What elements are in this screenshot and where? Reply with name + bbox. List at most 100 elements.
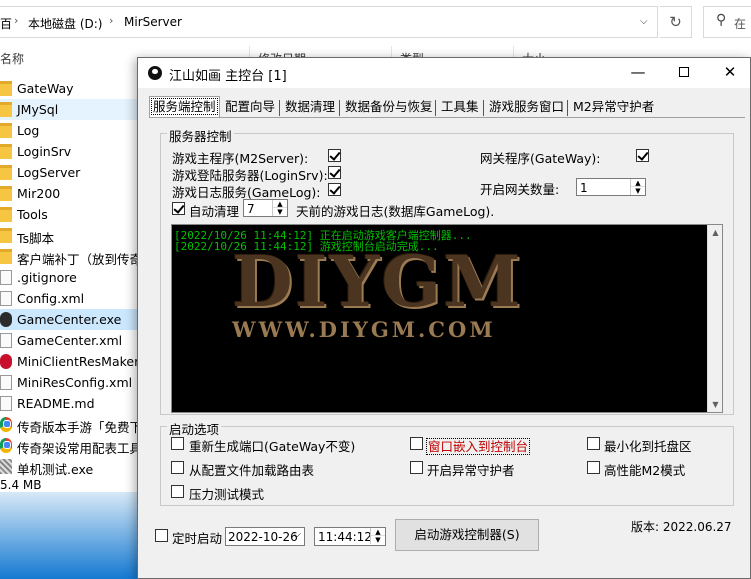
title-bar[interactable]: 江山如画 主控台 [1] — ✕: [138, 58, 750, 88]
chevron-down-icon[interactable]: ⌵: [293, 529, 301, 540]
file-list-item[interactable]: Log: [0, 120, 140, 141]
stress-test-checkbox[interactable]: [171, 485, 184, 498]
load-route-label: 从配置文件加载路由表: [189, 463, 315, 478]
tab-m2-guard[interactable]: M2异常守护者: [572, 98, 655, 117]
file-list-item[interactable]: GameCenter.xml: [0, 330, 140, 351]
tab-config-wizard[interactable]: 配置向导: [224, 98, 276, 117]
file-list-item[interactable]: 传奇版本手游「免费下: [0, 414, 142, 435]
file-list-item[interactable]: Ts脚本: [0, 225, 140, 246]
file-icon: [0, 459, 12, 474]
login-server-checkbox[interactable]: [328, 166, 341, 179]
timer-date-picker[interactable]: 2022-10-26 ⌵: [225, 527, 305, 546]
file-list-item[interactable]: Mir200: [0, 183, 140, 204]
spin-up-icon[interactable]: ▲: [371, 528, 385, 536]
tab-divider: [567, 100, 568, 116]
chevron-down-icon[interactable]: ⌵: [640, 16, 648, 27]
file-list-item[interactable]: LogServer: [0, 162, 140, 183]
file-list-item[interactable]: Config.xml: [0, 288, 140, 309]
gateway-checkbox[interactable]: [636, 149, 649, 162]
spin-down-icon[interactable]: ▼: [371, 536, 385, 544]
gateway-label: 网关程序(GateWay):: [480, 151, 601, 166]
tab-data-cleanup[interactable]: 数据清理: [284, 98, 336, 117]
spin-down-icon[interactable]: ▼: [631, 187, 645, 195]
file-name: JMySql: [17, 102, 59, 117]
auto-clean-checkbox[interactable]: [172, 202, 185, 215]
file-name: Log: [17, 123, 40, 138]
gateway-count-label: 开启网关数量:: [480, 182, 560, 197]
folder-icon: [0, 144, 12, 159]
file-list-item[interactable]: 客户端补丁（放到传奇: [0, 246, 142, 267]
close-icon: ✕: [723, 63, 737, 81]
log-output[interactable]: DIYGM WWW.DIYGM.COM [2022/10/26 11:44:12…: [171, 224, 723, 413]
folder-icon: [0, 207, 12, 222]
tab-bar: 服务端控制 配置向导 数据清理 数据备份与恢复 工具集 游戏服务窗口 M2异常守…: [149, 96, 749, 118]
folder-icon: [0, 186, 12, 201]
gateway-count-value: 1: [580, 181, 588, 195]
embed-window-checkbox[interactable]: [410, 437, 423, 450]
open-guard-checkbox[interactable]: [410, 461, 423, 474]
desktop-background: [0, 492, 140, 579]
auto-clean-days-spinner[interactable]: 7 ▲ ▼: [243, 199, 288, 217]
breadcrumb-drive[interactable]: 本地磁盘 (D:): [28, 15, 102, 32]
maximize-icon: [679, 67, 689, 77]
search-input[interactable]: ⚲ 在: [703, 6, 751, 38]
load-route-checkbox[interactable]: [171, 461, 184, 474]
m2-server-checkbox[interactable]: [328, 149, 341, 162]
breadcrumb-root[interactable]: 百: [0, 15, 12, 32]
file-icon: [0, 396, 12, 411]
file-list-item[interactable]: LoginSrv: [0, 141, 140, 162]
close-button[interactable]: ✕: [707, 58, 751, 88]
address-input[interactable]: 百 › 本地磁盘 (D:) › MirServer ⌵: [0, 6, 658, 38]
file-list-item[interactable]: README.md: [0, 393, 140, 414]
file-icon: [0, 417, 12, 432]
open-guard-label: 开启异常守护者: [427, 463, 515, 478]
tab-game-service-window[interactable]: 游戏服务窗口: [488, 98, 565, 117]
game-log-checkbox[interactable]: [328, 183, 341, 196]
file-list-item[interactable]: .gitignore: [0, 267, 140, 288]
spin-up-icon[interactable]: ▲: [631, 179, 645, 187]
breadcrumb-folder[interactable]: MirServer: [124, 15, 182, 29]
tab-label: 服务端控制: [151, 98, 218, 115]
timer-checkbox[interactable]: [155, 529, 168, 542]
app-logo-icon: [148, 66, 162, 80]
watermark-url: WWW.DIYGM.COM: [232, 317, 496, 342]
spinner-arrows: ▲ ▼: [370, 528, 385, 544]
tab-toolset[interactable]: 工具集: [440, 98, 480, 117]
file-list-item[interactable]: GateWay: [0, 78, 140, 99]
file-name: GameCenter.xml: [17, 333, 123, 348]
gateway-count-spinner[interactable]: 1 ▲ ▼: [576, 178, 646, 196]
spin-down-icon[interactable]: ▼: [273, 208, 287, 216]
file-list-item[interactable]: MiniResConfig.xml: [0, 372, 140, 393]
tab-backup-restore[interactable]: 数据备份与恢复: [344, 98, 434, 117]
minimize-tray-checkbox[interactable]: [587, 437, 600, 450]
refresh-button[interactable]: ↻: [660, 6, 692, 38]
file-list-item[interactable]: JMySql: [0, 99, 140, 120]
start-controller-button[interactable]: 启动游戏控制器(S): [395, 519, 539, 551]
tab-divider: [435, 100, 436, 116]
spin-up-icon[interactable]: ▲: [273, 200, 287, 208]
embed-window-label: 窗口嵌入到控制台: [426, 436, 531, 455]
tab-divider: [339, 100, 340, 116]
folder-icon: [0, 228, 12, 243]
timer-time-picker[interactable]: 11:44:12 ▲ ▼: [314, 527, 386, 546]
file-list-item[interactable]: Tools: [0, 204, 140, 225]
folder-icon: [0, 165, 12, 180]
tab-server-control[interactable]: 服务端控制: [149, 96, 220, 118]
minimize-button[interactable]: —: [615, 58, 661, 88]
column-name[interactable]: 名称: [0, 50, 24, 67]
scroll-up-icon[interactable]: ▲: [708, 225, 722, 240]
file-list-item[interactable]: GameCenter.exe: [0, 309, 140, 330]
folder-icon: [0, 102, 12, 117]
file-list-item[interactable]: MiniClientResMaker.e: [0, 351, 150, 372]
regen-port-checkbox[interactable]: [171, 437, 184, 450]
maximize-button[interactable]: [661, 58, 707, 88]
high-perf-label: 高性能M2模式: [604, 463, 686, 478]
timer-date-value: 2022-10-26: [228, 530, 298, 544]
log-scrollbar[interactable]: ▲ ▼: [707, 225, 722, 412]
file-name: .gitignore: [17, 270, 77, 285]
scroll-down-icon[interactable]: ▼: [708, 397, 722, 412]
file-name: 传奇架设常用配表工具: [17, 441, 143, 456]
high-perf-checkbox[interactable]: [587, 461, 600, 474]
file-list-item[interactable]: 传奇架设常用配表工具: [0, 435, 143, 456]
file-list-item[interactable]: 单机测试.exe: [0, 456, 140, 477]
